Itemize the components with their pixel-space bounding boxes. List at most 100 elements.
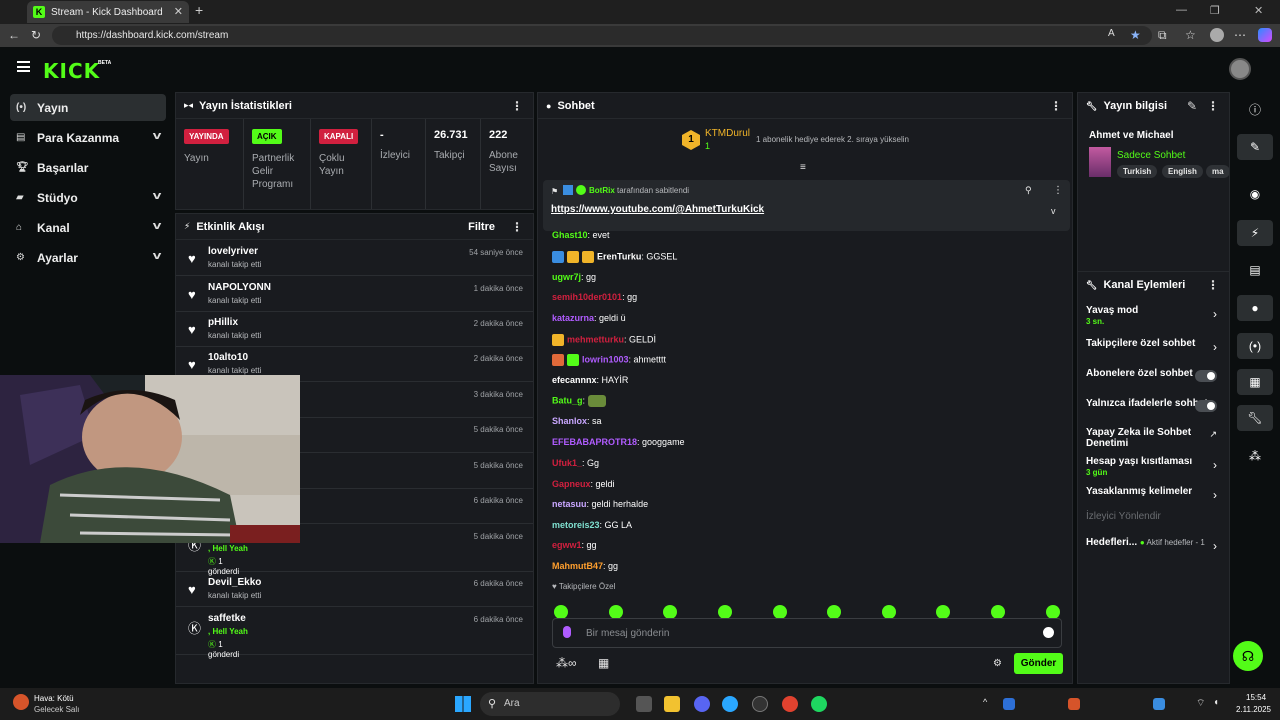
minimize-icon[interactable]: — — [1176, 4, 1187, 16]
activity-item[interactable]: ♥ NAPOLYONN kanalı takip etti 1 dakika önce — [176, 277, 533, 312]
channel-action[interactable]: Yavaş mod 3 sn. — [1086, 305, 1226, 326]
chat-username[interactable]: semih10der0101 — [552, 292, 622, 302]
emote-icon[interactable] — [718, 605, 732, 619]
favorite-star-icon[interactable]: ★ — [1130, 28, 1141, 42]
kebab-menu-icon[interactable]: ⋮ — [1053, 185, 1063, 196]
activity-item[interactable]: ♥ pHillix kanalı takip etti 2 dakika önce — [176, 312, 533, 347]
more-icon[interactable]: ⋯ — [1234, 28, 1246, 42]
channel-action[interactable]: Yapay Zeka ile Sohbet Denetimi — [1086, 427, 1226, 449]
wrench-icon[interactable]: 🔧︎ — [1237, 405, 1273, 431]
chat-username[interactable]: Batu_g — [552, 395, 583, 405]
chat-username[interactable]: efecannnx — [552, 375, 597, 385]
close-tab-icon[interactable]: ✕ — [174, 5, 183, 18]
refresh-icon[interactable]: ↻ — [31, 28, 41, 42]
chevron-right-icon[interactable]: › — [1213, 488, 1217, 502]
chat-username[interactable]: Gapneux — [552, 479, 591, 489]
tag[interactable]: English — [1162, 165, 1203, 178]
emote-icon[interactable] — [554, 605, 568, 619]
layout-icon[interactable]: ▦ — [1237, 369, 1273, 395]
spotify-icon[interactable] — [811, 696, 827, 712]
activity-user[interactable]: 10alto10 — [208, 352, 248, 363]
category-name[interactable]: Sadece Sohbet — [1117, 150, 1185, 161]
chat-settings-icon[interactable]: ⚙ — [993, 658, 1002, 669]
sidebar-item-kanal[interactable]: ⌂ Kanal v — [10, 214, 166, 241]
edit-icon[interactable]: ✎ — [1187, 99, 1197, 113]
chevron-down-icon[interactable]: v — [1051, 206, 1056, 216]
send-button[interactable]: Gönder — [1014, 653, 1063, 674]
support-icon[interactable]: ☊ — [1233, 641, 1263, 671]
channel-action[interactable]: Yasaklanmış kelimeler — [1086, 486, 1226, 497]
store-icon[interactable]: ▦ — [598, 656, 609, 670]
emote-icon[interactable] — [663, 605, 677, 619]
browser-tab[interactable]: K Stream - Kick Dashboard ✕ — [27, 1, 189, 23]
toggle-switch[interactable] — [1195, 400, 1217, 412]
activity-item[interactable]: Ⓚsaffetke , Hell Yeah Ⓚ 1 gönderdi 6 dakika … — [176, 608, 533, 659]
chat-username[interactable]: Ufuk1_ — [552, 458, 582, 468]
sidebar-item-studyo[interactable]: ▰ Stüdyo v — [10, 184, 166, 211]
filter-button[interactable]: Filtre — [468, 221, 495, 233]
activity-user[interactable]: Devil_Ekko — [208, 577, 261, 588]
external-link-icon[interactable]: ↗ — [1209, 429, 1217, 440]
kick-logo[interactable]: KICK — [43, 59, 100, 83]
emoji-icon[interactable] — [1043, 627, 1054, 638]
sidebar-item-ayarlar[interactable]: ⚙ Ayarlar v — [10, 244, 166, 271]
back-icon[interactable]: ← — [8, 28, 20, 42]
chrome-icon[interactable] — [782, 696, 798, 712]
taskbar-search[interactable]: ⚲ Ara — [480, 692, 620, 716]
chat-input[interactable]: Bir mesaj gönderin — [552, 618, 1062, 648]
kebab-menu-icon[interactable]: ⋮ — [1207, 99, 1219, 113]
activity-user[interactable]: saffetke — [208, 613, 246, 624]
copilot-icon[interactable] — [1258, 28, 1272, 42]
menu-icon[interactable] — [17, 61, 30, 72]
chat-username[interactable]: EFEBABAPROTR18 — [552, 437, 637, 447]
chat-username[interactable]: ugwr7j — [552, 272, 581, 282]
info-icon[interactable]: ⓘ — [1237, 96, 1273, 122]
activity-user[interactable]: pHillix — [208, 317, 238, 328]
chat-username[interactable]: egww1 — [552, 540, 582, 550]
unpin-icon[interactable]: ⚲ — [1025, 185, 1032, 196]
toggle-switch[interactable] — [1195, 370, 1217, 382]
file-explorer-icon[interactable] — [664, 696, 680, 712]
chevron-right-icon[interactable]: › — [1213, 340, 1217, 354]
chevron-right-icon[interactable]: › — [1213, 307, 1217, 321]
kebab-menu-icon[interactable]: ⋮ — [511, 99, 523, 113]
channel-action[interactable]: Hedefleri... ● Aktif hedefler - 1 — [1086, 537, 1226, 548]
collapse-leaderboard-icon[interactable]: ≡ — [800, 162, 806, 173]
chat-username[interactable]: Ghast10 — [552, 230, 588, 240]
pinned-link[interactable]: https://www.youtube.com/@AhmetTurkuKick — [551, 204, 764, 215]
edge-icon[interactable] — [722, 696, 738, 712]
tray-chevron-icon[interactable]: ^ — [983, 697, 987, 707]
microphone-icon[interactable] — [563, 626, 571, 638]
emote-icon[interactable] — [991, 605, 1005, 619]
activity-item[interactable]: ♥ lovelyriver kanalı takip etti 54 saniye ö… — [176, 241, 533, 276]
new-tab-icon[interactable]: + — [195, 2, 203, 18]
chat-username[interactable]: netasuu — [552, 499, 587, 509]
lightning-icon[interactable]: ⚡︎ — [1237, 220, 1273, 246]
emote-icon[interactable] — [1046, 605, 1060, 619]
chat-username[interactable]: MahmutB47 — [552, 561, 603, 571]
volume-icon[interactable]: ◖ — [1213, 697, 1219, 708]
obs-icon[interactable] — [752, 696, 768, 712]
profile-icon[interactable] — [1210, 28, 1224, 42]
chevron-right-icon[interactable]: › — [1213, 458, 1217, 472]
chat-username[interactable]: Shanlox — [552, 416, 587, 426]
avatar[interactable] — [1229, 58, 1251, 80]
close-window-icon[interactable]: ✕ — [1254, 4, 1263, 17]
tray-app-icon[interactable] — [1003, 698, 1015, 710]
points-icon[interactable]: ⁂∞ — [556, 656, 577, 670]
extensions-icon[interactable]: ⧉ — [1158, 28, 1167, 43]
chevron-right-icon[interactable]: › — [1213, 539, 1217, 553]
kebab-menu-icon[interactable]: ⋮ — [511, 220, 523, 234]
broadcast-icon[interactable]: (•) — [1237, 333, 1273, 359]
emote-icon[interactable] — [773, 605, 787, 619]
chat-username[interactable]: metoreis23 — [552, 520, 600, 530]
camera-icon[interactable]: ◉ — [1237, 181, 1273, 207]
channel-action[interactable]: Takipçilere özel sohbet — [1086, 338, 1226, 349]
read-aloud-icon[interactable]: A — [1108, 28, 1115, 39]
favorites-icon[interactable]: ☆ — [1185, 28, 1196, 42]
chat-username[interactable]: ErenTurku — [597, 251, 641, 261]
tray-app-icon[interactable] — [1153, 698, 1165, 710]
leader-name[interactable]: KTMDurul — [705, 128, 750, 139]
notes-icon[interactable]: ▤ — [1237, 257, 1273, 283]
emote-icon[interactable] — [827, 605, 841, 619]
